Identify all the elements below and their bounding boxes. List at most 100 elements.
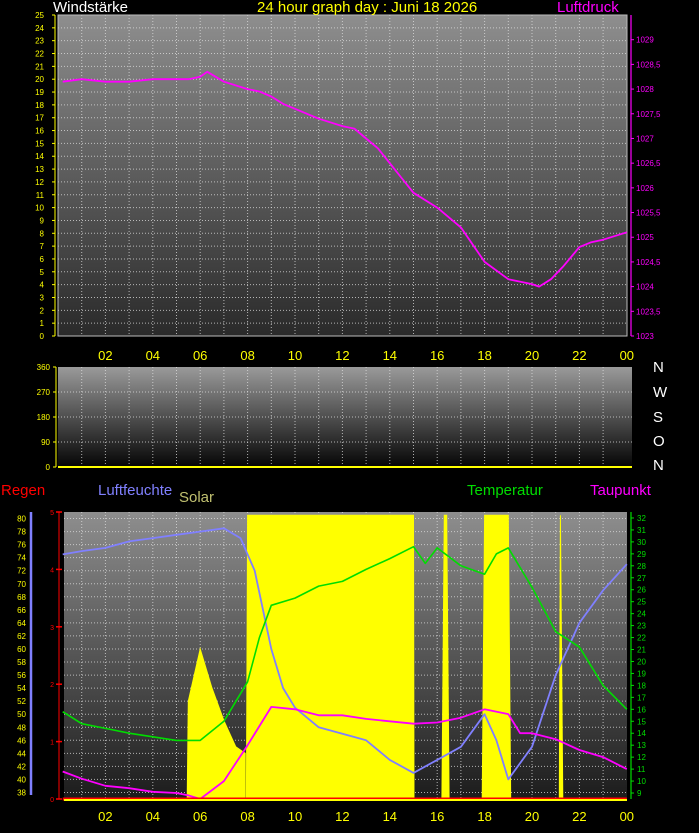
temperature-tick-label: 11 <box>637 765 646 774</box>
temperature-tick-label: 20 <box>637 657 646 666</box>
wind-tick-label: 18 <box>35 101 44 110</box>
wind-tick-label: 13 <box>35 165 44 174</box>
humidity-tick-label: 54 <box>17 684 26 693</box>
dewpoint-label: Taupunkt <box>590 482 651 499</box>
bottom-x-tick-label: 14 <box>383 809 397 824</box>
wind-tick-label: 17 <box>35 114 44 123</box>
wind-direction-tick-label: 90 <box>41 438 50 447</box>
pressure-tick-label: 1028 <box>636 85 654 94</box>
temperature-tick-label: 18 <box>637 681 646 690</box>
rain-tick-label: 5 <box>50 510 54 517</box>
humidity-tick-label: 56 <box>17 671 26 680</box>
wind-strength-label: Windstärke <box>53 0 129 16</box>
humidity-tick-label: 78 <box>17 528 26 537</box>
wind-tick-label: 8 <box>40 229 45 238</box>
temperature-tick-label: 21 <box>637 646 646 655</box>
pressure-tick-label: 1023,5 <box>636 307 661 316</box>
rain-tick-label: 4 <box>50 567 54 574</box>
wind-tick-label: 11 <box>36 191 45 200</box>
temperature-tick-label: 12 <box>637 753 646 762</box>
top-x-tick-label: 14 <box>383 348 397 363</box>
compass-n-top: N <box>653 359 664 376</box>
humidity-tick-label: 50 <box>17 710 26 719</box>
temperature-tick-label: 9 <box>637 789 642 798</box>
rain-tick-label: 2 <box>50 682 54 689</box>
top-x-tick-label: 10 <box>288 348 302 363</box>
temperature-tick-label: 32 <box>637 514 646 523</box>
compass-n-bottom: N <box>653 457 664 474</box>
bottom-x-tick-label: 22 <box>572 809 586 824</box>
wind-direction-tick-label: 0 <box>46 463 51 472</box>
bottom-x-tick-label: 10 <box>288 809 302 824</box>
pressure-tick-label: 1028,5 <box>636 60 661 69</box>
temperature-tick-label: 15 <box>637 717 646 726</box>
humidity-tick-label: 58 <box>17 658 26 667</box>
top-x-tick-label: 20 <box>525 348 539 363</box>
humidity-tick-label: 68 <box>17 593 26 602</box>
pressure-tick-label: 1024 <box>636 283 654 292</box>
wind-tick-label: 16 <box>35 127 44 136</box>
chart-title: 24 hour graph day : Juni 18 2026 <box>257 0 478 16</box>
temperature-tick-label: 16 <box>637 705 646 714</box>
compass-o: O <box>653 433 665 450</box>
humidity-tick-label: 74 <box>17 554 26 563</box>
wind-tick-label: 23 <box>35 37 44 46</box>
temperature-tick-label: 28 <box>637 562 646 571</box>
wind-tick-label: 21 <box>35 62 44 71</box>
bottom-x-tick-label: 20 <box>525 809 539 824</box>
rain-tick-label: 0 <box>50 797 54 804</box>
pressure-label: Luftdruck <box>557 0 619 16</box>
bottom-x-tick-label: 02 <box>98 809 112 824</box>
wind-tick-label: 20 <box>35 75 44 84</box>
top-x-tick-label: 18 <box>477 348 491 363</box>
wind-tick-label: 25 <box>35 11 44 20</box>
humidity-tick-label: 64 <box>17 619 26 628</box>
wind-tick-label: 9 <box>40 216 45 225</box>
temperature-tick-label: 25 <box>637 598 646 607</box>
rain-label: Regen <box>1 482 46 499</box>
wind-tick-label: 0 <box>40 332 45 341</box>
temperature-tick-label: 24 <box>637 610 646 619</box>
wind-tick-label: 10 <box>35 204 44 213</box>
top-x-tick-label: 12 <box>335 348 349 363</box>
humidity-tick-label: 70 <box>17 580 26 589</box>
wind-tick-label: 1 <box>40 319 45 328</box>
humidity-tick-label: 72 <box>17 567 26 576</box>
humidity-label: Luftfeuchte <box>98 482 173 499</box>
temperature-tick-label: 22 <box>637 634 646 643</box>
humidity-tick-label: 52 <box>17 697 26 706</box>
bottom-x-tick-label: 04 <box>146 809 160 824</box>
pressure-tick-label: 1025,5 <box>636 209 661 218</box>
temperature-tick-label: 23 <box>637 622 646 631</box>
top-x-tick-label: 16 <box>430 348 444 363</box>
rain-tick-label: 3 <box>50 625 54 632</box>
humidity-tick-label: 46 <box>17 736 26 745</box>
wind-tick-label: 7 <box>40 242 45 251</box>
wind-direction-tick-label: 360 <box>37 363 51 372</box>
bottom-x-tick-label: 06 <box>193 809 207 824</box>
top-x-tick-label: 08 <box>240 348 254 363</box>
pressure-tick-label: 1023 <box>636 332 654 341</box>
wind-tick-label: 3 <box>40 293 45 302</box>
solar-area <box>481 514 512 800</box>
humidity-tick-label: 76 <box>17 541 26 550</box>
wind-tick-label: 2 <box>40 306 45 315</box>
temperature-tick-label: 26 <box>637 586 646 595</box>
wind-tick-label: 15 <box>35 139 44 148</box>
temperature-tick-label: 10 <box>637 777 646 786</box>
wind-direction-plot-area <box>58 367 632 467</box>
compass-w: W <box>653 384 668 401</box>
pressure-tick-label: 1029 <box>636 36 654 45</box>
humidity-tick-label: 60 <box>17 645 26 654</box>
solar-label: Solar <box>179 489 215 506</box>
temperature-tick-label: 19 <box>637 669 646 678</box>
wind-tick-label: 4 <box>40 281 45 290</box>
bottom-x-tick-label: 08 <box>240 809 254 824</box>
wind-tick-label: 12 <box>35 178 44 187</box>
pressure-tick-label: 1027 <box>636 134 654 143</box>
compass-s: S <box>653 409 664 426</box>
temperature-tick-label: 14 <box>637 729 646 738</box>
temperature-label: Temperatur <box>467 482 543 499</box>
wind-direction-tick-label: 270 <box>37 388 51 397</box>
rain-tick-label: 1 <box>50 740 54 747</box>
